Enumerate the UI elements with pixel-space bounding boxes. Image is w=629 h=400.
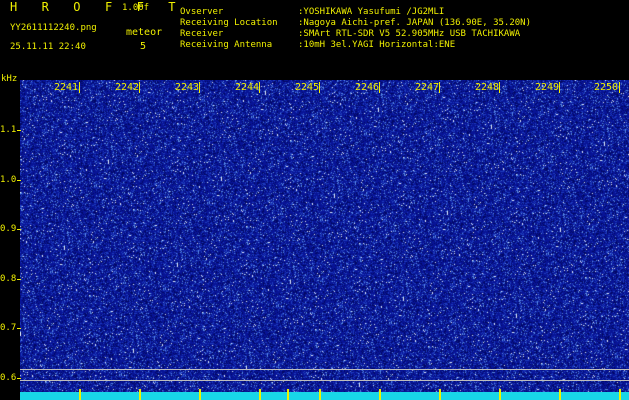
x-tick: [379, 82, 380, 93]
x-tick: [79, 82, 80, 93]
x-tick: [559, 82, 560, 93]
app-title: H R O F F T: [10, 0, 185, 14]
y-tick: [17, 328, 21, 329]
x-tick-label: 2249: [535, 82, 560, 93]
info-key: Receiver: [180, 29, 224, 39]
x-tick-label: 2247: [415, 82, 440, 93]
info-value: :YOSHIKAWA Yasufumi /JG2MLI: [298, 7, 445, 17]
info-observer: Ovserver :YOSHIKAWA Yasufumi /JG2MLI: [180, 7, 444, 18]
x-tick: [139, 82, 140, 93]
timestamp: 25.11.11 22:40: [10, 42, 86, 52]
x-tick: [619, 389, 621, 400]
info-key: Receiving Antenna: [180, 40, 273, 50]
x-tick: [139, 389, 141, 400]
x-tick: [199, 82, 200, 93]
x-tick: [499, 389, 501, 400]
y-tick-label: 0.9: [0, 224, 17, 234]
info-antenna: Receiving Antenna :10mH 3el.YAGI Horizont…: [180, 40, 455, 51]
x-tick-label: 2248: [475, 82, 500, 93]
version-label: 1.00f: [122, 3, 150, 13]
x-tick: [499, 82, 500, 93]
x-tick-label: 2243: [175, 82, 200, 93]
y-tick: [17, 279, 21, 280]
reference-line: [20, 380, 629, 381]
info-value: :Nagoya Aichi-pref. JAPAN (136.90E, 35.2…: [298, 18, 531, 28]
x-tick-label: 2246: [355, 82, 380, 93]
x-tick-label: 2245: [295, 82, 320, 93]
x-tick: [199, 389, 201, 400]
x-tick: [439, 82, 440, 93]
y-tick: [17, 130, 21, 131]
noise-floor-strip: [20, 392, 629, 400]
y-tick-label: 0.6: [0, 373, 17, 383]
file-name: YY2611112240.png: [10, 23, 97, 33]
x-tick-label: 2244: [235, 82, 260, 93]
waterfall-spectrogram: [20, 80, 629, 400]
y-tick-label: 1.0: [0, 175, 17, 185]
x-tick-label: 2250: [594, 82, 619, 93]
y-tick-label: 0.7: [0, 323, 17, 333]
meteor-count: 5: [140, 41, 147, 52]
y-tick-label: 0.8: [0, 274, 17, 284]
x-tick: [319, 389, 321, 400]
y-tick-label: 1.1: [0, 125, 17, 135]
info-value: :10mH 3el.YAGI Horizontal:ENE: [298, 40, 456, 50]
info-key: Receiving Location: [180, 18, 278, 28]
x-tick-label: 2242: [115, 82, 140, 93]
info-key: Ovserver: [180, 7, 224, 17]
x-tick-label: 2241: [54, 82, 79, 93]
y-axis-unit: kHz: [1, 74, 18, 84]
x-tick: [259, 82, 260, 93]
x-tick: [439, 389, 441, 400]
y-tick: [17, 180, 21, 181]
info-location: Receiving Location :Nagoya Aichi-pref. JA…: [180, 18, 531, 29]
info-receiver: Receiver :SMArt RTL-SDR V5 52.905MHz USB …: [180, 29, 520, 40]
x-tick: [259, 389, 261, 400]
meteor-label: meteor: [126, 27, 163, 38]
reference-line: [20, 369, 629, 370]
y-tick: [17, 229, 21, 230]
x-tick: [79, 389, 81, 400]
x-tick: [287, 389, 289, 400]
x-tick: [379, 389, 381, 400]
x-tick: [619, 82, 620, 93]
y-tick: [17, 378, 21, 379]
x-tick: [319, 82, 320, 93]
x-tick: [559, 389, 561, 400]
info-value: :SMArt RTL-SDR V5 52.905MHz USB TACHIKAW…: [298, 29, 521, 39]
